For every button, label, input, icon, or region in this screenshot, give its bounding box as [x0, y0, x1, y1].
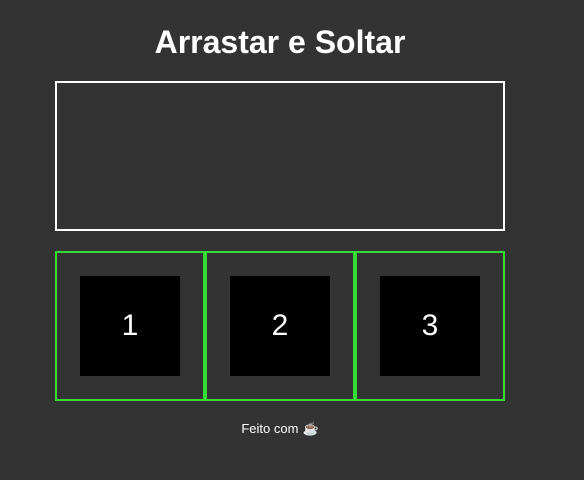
- slot-row: 1 2 3: [55, 251, 505, 401]
- draggable-box-3[interactable]: 3: [380, 276, 480, 376]
- page-title: Arrastar e Soltar: [154, 24, 406, 60]
- draggable-box-1[interactable]: 1: [80, 276, 180, 376]
- drop-zone[interactable]: [55, 81, 505, 231]
- footer-text: Feito com: [241, 421, 299, 436]
- footer: Feito com ☕: [0, 420, 560, 438]
- slot-2[interactable]: 2: [205, 251, 355, 401]
- slot-1[interactable]: 1: [55, 251, 205, 401]
- draggable-box-2[interactable]: 2: [230, 276, 330, 376]
- coffee-icon: ☕: [302, 421, 319, 436]
- slot-3[interactable]: 3: [355, 251, 505, 401]
